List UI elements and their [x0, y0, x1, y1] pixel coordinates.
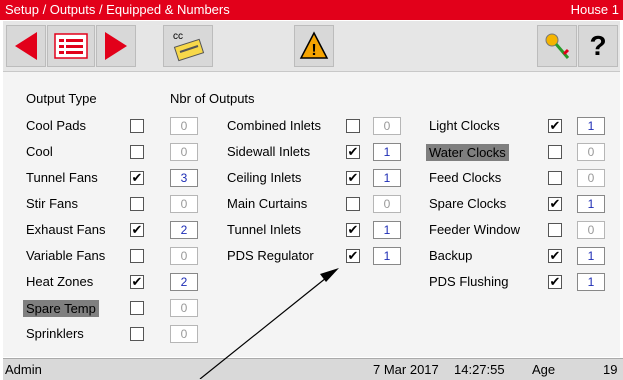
age-value: 19: [603, 362, 618, 377]
output-type-label: Light Clocks: [429, 118, 500, 133]
output-type-label: Cool Pads: [26, 118, 86, 133]
output-count-field[interactable]: 0: [373, 117, 401, 135]
outputs-panel: Output Type Nbr of Outputs Cool Pads 0 Coo…: [3, 72, 620, 357]
equipped-checkbox[interactable]: ✔: [346, 145, 360, 159]
equipped-checkbox[interactable]: ✔: [548, 275, 562, 289]
house-label: House 1: [570, 2, 619, 17]
output-count-field[interactable]: 0: [170, 247, 198, 265]
output-count-field[interactable]: 1: [577, 195, 605, 213]
output-type-label: Tunnel Fans: [26, 170, 98, 185]
arrow-left-icon: [15, 32, 37, 60]
menu-button[interactable]: [47, 25, 95, 67]
back-button[interactable]: [6, 25, 46, 67]
equipped-checkbox[interactable]: ✔: [346, 223, 360, 237]
help-button[interactable]: ?: [578, 25, 618, 67]
output-type-label: Combined Inlets: [227, 118, 321, 133]
arrow-right-icon: [105, 32, 127, 60]
output-type-header: Output Type: [26, 91, 97, 106]
output-count-field[interactable]: 2: [170, 221, 198, 239]
output-count-field[interactable]: 0: [577, 221, 605, 239]
page-title: Setup / Outputs / Equipped & Numbers: [5, 2, 230, 17]
forward-button[interactable]: [96, 25, 136, 67]
output-type-label: Feed Clocks: [429, 170, 502, 185]
output-count-field[interactable]: 0: [170, 299, 198, 317]
title-bar: Setup / Outputs / Equipped & Numbers Hou…: [0, 0, 623, 20]
equipped-checkbox[interactable]: [130, 301, 144, 315]
cc-card-button[interactable]: cc: [163, 25, 213, 67]
status-bar: Admin 7 Mar 2017 14:27:55 Age 19: [3, 358, 623, 380]
output-type-label: Variable Fans: [26, 248, 106, 263]
equipped-checkbox[interactable]: ✔: [346, 171, 360, 185]
nbr-outputs-header: Nbr of Outputs: [170, 91, 255, 106]
output-type-label: Backup: [429, 248, 473, 263]
list-icon: [54, 33, 88, 59]
output-type-label: Tunnel Inlets: [227, 222, 301, 237]
output-type-label: PDS Regulator: [227, 248, 314, 263]
output-type-label: Exhaust Fans: [26, 222, 106, 237]
output-count-field[interactable]: 1: [577, 117, 605, 135]
help-icon: ?: [589, 30, 607, 61]
output-type-label: Cool: [26, 144, 53, 159]
equipped-checkbox[interactable]: ✔: [346, 249, 360, 263]
output-count-field[interactable]: 0: [170, 143, 198, 161]
age-label: Age: [532, 362, 556, 377]
output-count-field[interactable]: 1: [373, 247, 401, 265]
equipped-checkbox[interactable]: ✔: [548, 197, 562, 211]
output-type-label: Feeder Window: [429, 222, 521, 237]
output-type-label: Sprinklers: [26, 326, 84, 341]
output-type-label: Heat Zones: [26, 274, 94, 289]
output-count-field[interactable]: 2: [170, 273, 198, 291]
output-count-field[interactable]: 1: [373, 169, 401, 187]
toolbar: cc ! ?: [3, 21, 620, 72]
output-count-field[interactable]: 0: [373, 195, 401, 213]
output-type-label: Stir Fans: [26, 196, 79, 211]
output-count-field[interactable]: 1: [373, 221, 401, 239]
output-count-field[interactable]: 0: [170, 117, 198, 135]
output-type-label: PDS Flushing: [429, 274, 509, 289]
equipped-checkbox[interactable]: ✔: [130, 171, 144, 185]
cc-label: cc: [173, 31, 183, 42]
output-count-field[interactable]: 1: [577, 247, 605, 265]
output-type-label: Ceiling Inlets: [227, 170, 302, 185]
equipped-checkbox[interactable]: [548, 223, 562, 237]
output-type-label: Spare Clocks: [429, 196, 507, 211]
equipped-checkbox[interactable]: ✔: [130, 223, 144, 237]
status-date: 7 Mar 2017: [373, 362, 439, 377]
equipped-checkbox[interactable]: [548, 171, 562, 185]
warning-icon: !: [299, 31, 329, 59]
output-type-label: Water Clocks: [426, 144, 509, 161]
equipped-checkbox[interactable]: [130, 249, 144, 263]
output-type-label: Sidewall Inlets: [227, 144, 311, 159]
output-count-field[interactable]: 0: [170, 195, 198, 213]
output-count-field[interactable]: 0: [577, 143, 605, 161]
output-count-field[interactable]: 1: [577, 273, 605, 291]
cc-card-icon: cc: [173, 31, 205, 62]
equipped-checkbox[interactable]: ✔: [548, 249, 562, 263]
equipped-checkbox[interactable]: [130, 327, 144, 341]
output-type-label: Spare Temp: [23, 300, 99, 317]
equipped-checkbox[interactable]: [130, 119, 144, 133]
alarm-button[interactable]: !: [294, 25, 334, 67]
login-button[interactable]: [537, 25, 577, 67]
equipped-checkbox[interactable]: ✔: [548, 119, 562, 133]
output-type-label: Main Curtains: [227, 196, 308, 211]
equipped-checkbox[interactable]: [130, 145, 144, 159]
equipped-checkbox[interactable]: ✔: [130, 275, 144, 289]
status-time: 14:27:55: [454, 362, 505, 377]
key-icon: [545, 33, 570, 59]
equipped-checkbox[interactable]: [346, 119, 360, 133]
warning-mark: !: [311, 42, 316, 59]
equipped-checkbox[interactable]: [346, 197, 360, 211]
output-count-field[interactable]: 0: [577, 169, 605, 187]
output-count-field[interactable]: 0: [170, 325, 198, 343]
equipped-checkbox[interactable]: [130, 197, 144, 211]
output-count-field[interactable]: 3: [170, 169, 198, 187]
equipped-checkbox[interactable]: [548, 145, 562, 159]
output-count-field[interactable]: 1: [373, 143, 401, 161]
user-name: Admin: [5, 362, 42, 377]
